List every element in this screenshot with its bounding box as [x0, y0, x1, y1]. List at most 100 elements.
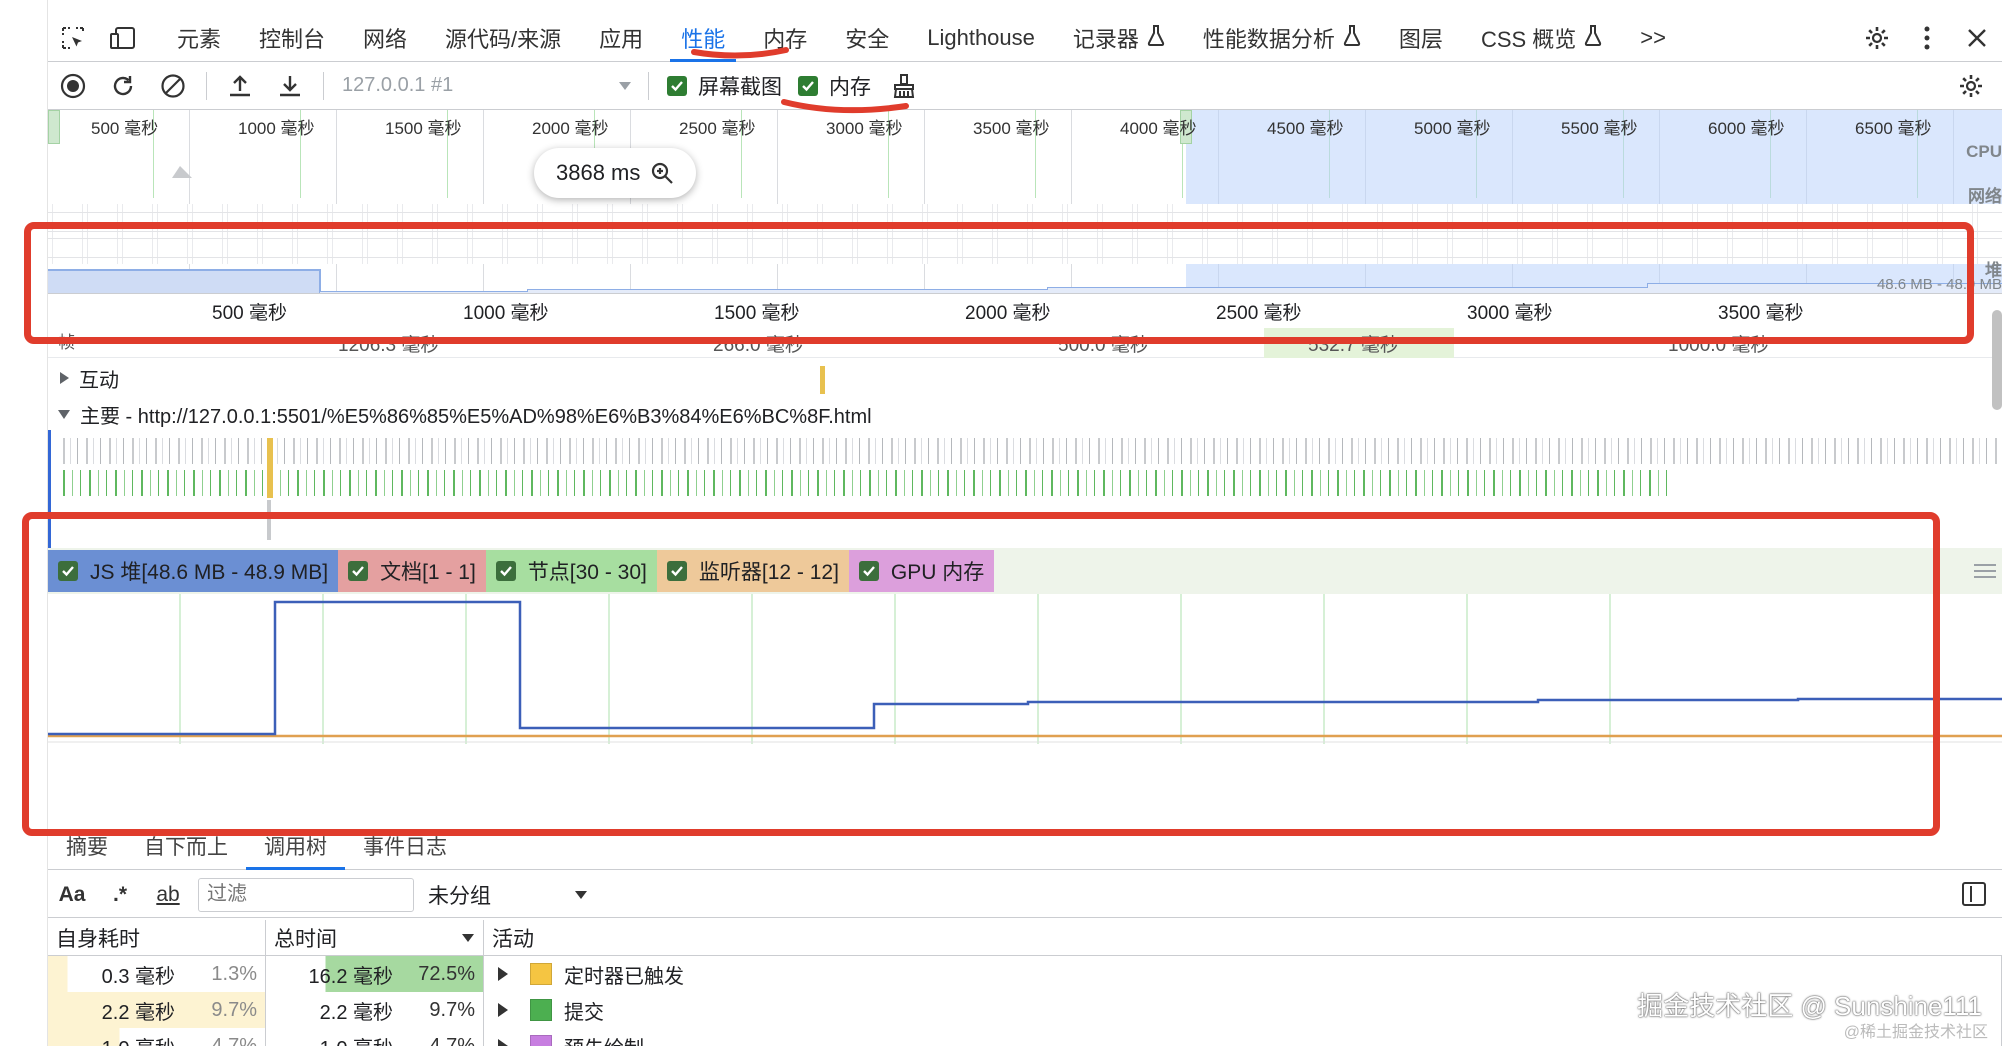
activity-column-header[interactable]: 活动: [484, 920, 2002, 956]
toggle-sidebar-icon[interactable]: [1962, 882, 1986, 906]
expand-triangle-icon[interactable]: [498, 1039, 508, 1046]
js-heap-series-line: [48, 600, 2002, 736]
frame-duration[interactable]: 532.7 毫秒: [1308, 330, 1399, 357]
memory-counter-3[interactable]: 监听器[12 - 12]: [656, 550, 849, 592]
checkbox-checked-icon: [495, 561, 516, 581]
collect-garbage-broom-icon[interactable]: [879, 62, 929, 110]
sort-descending-icon: [462, 934, 474, 942]
self-time-cell: 1.0 毫秒 4.7%: [48, 1028, 266, 1046]
memory-counter-2[interactable]: 节点[30 - 30]: [485, 550, 657, 592]
memory-label: 内存: [829, 75, 871, 99]
selection-duration-tooltip[interactable]: 3868 ms: [534, 148, 697, 198]
record-button[interactable]: [48, 62, 98, 110]
tab-2[interactable]: 网络: [344, 14, 426, 62]
tab-1[interactable]: 控制台: [240, 14, 344, 62]
expand-triangle-icon[interactable]: [498, 967, 508, 981]
total-percent: 9.7%: [429, 998, 475, 1021]
main-thread-track-header[interactable]: 主要 - http://127.0.0.1:5501/%E5%86%85%E5%…: [48, 396, 872, 432]
vertical-scrollbar[interactable]: [1992, 310, 2002, 410]
memory-counter-4[interactable]: GPU 内存: [848, 550, 995, 592]
frame-duration[interactable]: 500.0 毫秒: [1058, 330, 1149, 357]
total-time-column-header[interactable]: 总时间: [266, 920, 484, 956]
settings-gear-icon[interactable]: [1852, 14, 1902, 62]
details-tab-2[interactable]: 调用树: [246, 831, 345, 870]
left-gutter: [0, 0, 48, 1046]
memory-counter-1[interactable]: 文档[1 - 1]: [338, 550, 486, 592]
frame-duration[interactable]: 1206.3 毫秒: [338, 330, 439, 357]
filter-input[interactable]: [198, 877, 414, 912]
tab-6[interactable]: 内存: [744, 14, 826, 62]
grouping-select[interactable]: 未分组: [428, 880, 588, 910]
frame-duration[interactable]: 266.0 毫秒: [713, 330, 804, 357]
overview-tick-label: 1000 毫秒: [238, 119, 315, 138]
selection-left-handle[interactable]: [48, 110, 60, 144]
tab-0[interactable]: 元素: [158, 14, 240, 62]
frame-duration[interactable]: 1000.0 毫秒: [1668, 330, 1769, 357]
device-toolbar-icon[interactable]: [98, 14, 148, 62]
timer-event-bar[interactable]: [267, 438, 273, 498]
more-tabs-button[interactable]: >>: [1621, 14, 1685, 62]
upload-profile-button[interactable]: [215, 62, 265, 110]
regex-button[interactable]: .*: [96, 872, 144, 918]
tab-9[interactable]: 记录器: [1054, 14, 1184, 62]
tab-label: 安全: [845, 26, 890, 52]
overview-tick-label: 2500 毫秒: [679, 119, 756, 138]
task-bar[interactable]: [267, 500, 271, 540]
memory-counter-label: GPU 内存: [890, 561, 985, 584]
tab-8[interactable]: Lighthouse: [908, 14, 1054, 62]
memory-counter-legend: JS 堆[48.6 MB - 48.9 MB] 文档[1 - 1] 节点[30 - …: [48, 548, 2002, 594]
memory-counter-label: 文档[1 - 1]: [380, 561, 476, 584]
match-case-button[interactable]: Aa: [48, 872, 96, 918]
reload-record-button[interactable]: [98, 62, 148, 110]
download-profile-button[interactable]: [265, 62, 315, 110]
main-thread-track-label: 主要 - http://127.0.0.1:5501/%E5%86%85%E5%…: [80, 405, 872, 428]
main-thread-lane[interactable]: [48, 430, 2002, 548]
total-time-cell: 2.2 毫秒 9.7%: [266, 992, 484, 1028]
capture-settings-gear-icon[interactable]: [1946, 62, 1996, 110]
tab-label: 源代码/来源: [445, 26, 562, 52]
tab-4[interactable]: 应用: [580, 14, 662, 62]
memory-counter-0[interactable]: JS 堆[48.6 MB - 48.9 MB]: [48, 550, 339, 592]
interaction-event[interactable]: [820, 366, 825, 394]
screenshots-checkbox[interactable]: 屏幕截图: [667, 71, 782, 101]
tab-7[interactable]: 安全: [826, 14, 908, 62]
memory-panel-menu-icon[interactable]: [1974, 560, 1996, 582]
close-devtools-icon[interactable]: [1952, 14, 2002, 62]
inspect-element-icon[interactable]: [48, 14, 98, 62]
checkbox-checked-icon: [58, 561, 78, 581]
collapse-triangle-icon: [58, 409, 70, 419]
overview-tick-label: 1500 毫秒: [385, 119, 462, 138]
self-time-column-header[interactable]: 自身耗时: [48, 920, 266, 956]
tab-5[interactable]: 性能: [662, 14, 744, 62]
function-call-bars-row[interactable]: [63, 470, 1673, 496]
whole-word-button[interactable]: ab: [144, 872, 192, 918]
details-tab-3[interactable]: 事件日志: [345, 831, 465, 869]
self-percent: 4.7%: [211, 1034, 257, 1046]
tab-11[interactable]: 图层: [1380, 14, 1462, 62]
more-options-kebab-icon[interactable]: [1902, 14, 1952, 62]
expand-triangle-icon[interactable]: [498, 1003, 508, 1017]
tooltip-duration: 3868 ms: [556, 160, 641, 185]
devtools-tab-bar: 元素 控制台 网络 源代码/来源 应用 性能 内存 安全 Lighthouse 记录器 性能数据分析…: [48, 14, 2002, 62]
timeline-overview[interactable]: 500 毫秒 1000 毫秒 1500 毫秒 2000 毫秒 2500 毫秒 3000 毫…: [48, 110, 2002, 294]
expand-triangle-icon: [60, 372, 69, 384]
tab-12[interactable]: CSS 概览: [1462, 14, 1621, 62]
frames-track[interactable]: 帧 1206.3 毫秒 266.0 毫秒 500.0 毫秒 532.7 毫秒 1000.…: [48, 328, 2002, 358]
tab-3[interactable]: 源代码/来源: [426, 14, 580, 62]
clear-button[interactable]: [148, 62, 198, 110]
profile-select[interactable]: 127.0.0.1 #1: [332, 68, 640, 104]
activity-name: 预先绘制: [564, 1032, 644, 1046]
details-tab-0[interactable]: 摘要: [48, 831, 126, 869]
tab-list: 元素 控制台 网络 源代码/来源 应用 性能 内存 安全 Lighthouse 记录器 性能数据分析…: [158, 14, 1621, 62]
memory-checkbox[interactable]: 内存: [798, 71, 871, 101]
total-percent: 72.5%: [418, 962, 475, 985]
details-tab-1[interactable]: 自下而上: [126, 831, 246, 869]
tab-10[interactable]: 性能数据分析: [1184, 14, 1380, 62]
screenshots-filmstrip[interactable]: [48, 204, 2002, 264]
overview-tick-label: 5500 毫秒: [1561, 119, 1638, 138]
flame-tracks[interactable]: 帧 1206.3 毫秒 266.0 毫秒 500.0 毫秒 532.7 毫秒 1000.…: [48, 328, 2002, 548]
interactions-track-header[interactable]: 互动: [48, 360, 119, 396]
zoom-in-icon[interactable]: [650, 161, 674, 185]
table-row[interactable]: 1.0 毫秒 4.7% 1.0 毫秒 4.7% 预先绘制: [48, 1028, 2002, 1046]
task-bars-row[interactable]: [63, 438, 2002, 464]
